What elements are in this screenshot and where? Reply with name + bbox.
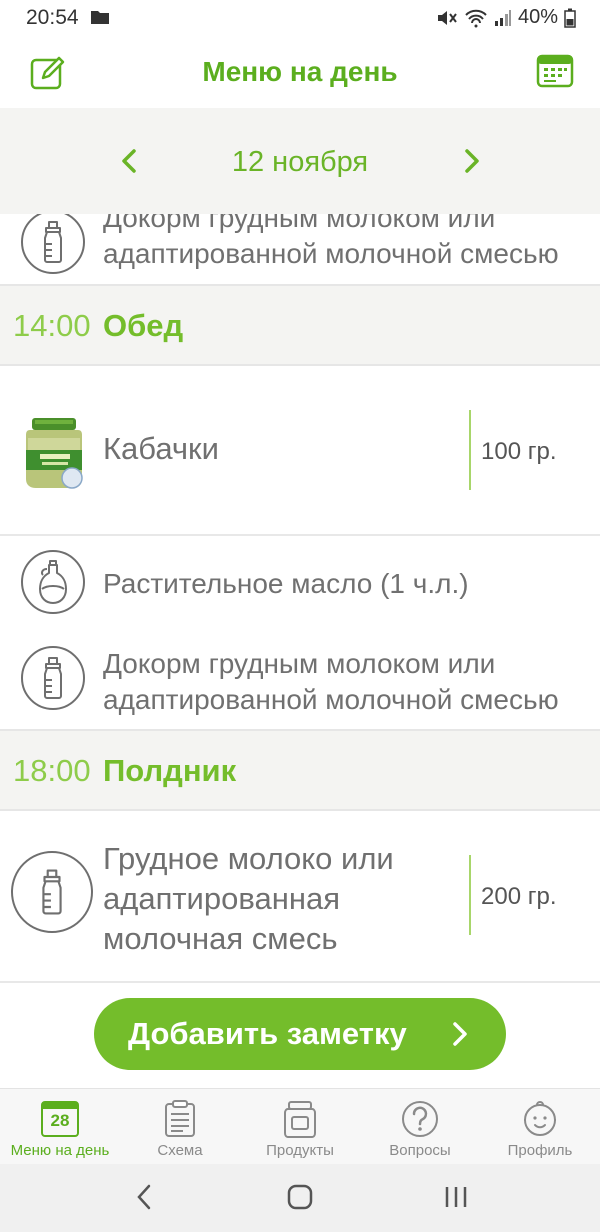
mute-icon	[437, 10, 457, 25]
bottom-navigation: 28 Меню на день Схема Продукты Вопросы П…	[0, 1088, 600, 1164]
meal-name: Полдник	[103, 753, 237, 788]
add-note-button[interactable]: Добавить заметку	[94, 998, 506, 1070]
next-day-button[interactable]	[456, 146, 486, 176]
date-navigator: 12 ноября	[0, 108, 600, 214]
nav-products[interactable]: Продукты	[240, 1089, 360, 1165]
back-icon	[137, 1184, 151, 1210]
nav-label: Продукты	[266, 1142, 334, 1159]
signal-icon	[494, 9, 511, 26]
meal-name: Обед	[103, 308, 184, 343]
product-quantity: 200 гр.	[481, 883, 557, 910]
product-name: Растительное масло (1 ч.л.)	[103, 568, 469, 599]
product-name: Грудное молоко или адаптированная молочн…	[103, 841, 394, 956]
list-item[interactable]: Растительное масло (1 ч.л.)	[0, 536, 600, 632]
meal-section-header: 14:00 Обед	[0, 284, 600, 366]
qty-divider	[469, 410, 471, 490]
meal-time: 18:00	[13, 753, 91, 788]
divider	[0, 981, 600, 983]
product-name: Кабачки	[103, 431, 219, 466]
current-date: 12 ноября	[231, 146, 369, 178]
baby-bottle-icon	[21, 214, 85, 274]
oil-bottle-icon	[21, 550, 85, 614]
jar-image	[22, 416, 92, 492]
status-indicators: 40%	[436, 6, 576, 29]
question-icon	[402, 1101, 438, 1137]
list-item[interactable]: Грудное молоко или адаптированная молочн…	[0, 811, 600, 981]
list-item: Докорм грудным молоком или адаптированно…	[0, 214, 600, 286]
meal-section-header: 18:00 Полдник	[0, 729, 600, 811]
calendar-grid-icon	[536, 54, 574, 88]
chevron-right-icon	[453, 1022, 467, 1046]
product-name: Докорм грудным молоком или адаптированно…	[103, 648, 559, 715]
home-icon	[287, 1184, 313, 1210]
list-item[interactable]: Докорм грудным молоком или адаптированно…	[0, 632, 600, 728]
list-item[interactable]: Кабачки 100 гр.	[0, 366, 600, 534]
meal-time: 14:00	[13, 308, 91, 343]
baby-bottle-icon	[11, 851, 93, 933]
status-bar: 20:54 40%	[0, 0, 600, 36]
item-label: Докорм грудным молоком или адаптированно…	[103, 214, 559, 269]
nav-label: Схема	[157, 1142, 203, 1159]
qty-divider	[469, 855, 471, 935]
add-note-label: Добавить заметку	[128, 1016, 407, 1051]
system-navigation-bar	[0, 1164, 600, 1232]
baby-bottle-icon	[21, 646, 85, 710]
product-quantity: 100 гр.	[481, 438, 557, 465]
baby-face-icon	[524, 1101, 556, 1136]
calendar-view-button[interactable]	[536, 52, 574, 90]
nav-label: Вопросы	[389, 1142, 451, 1159]
nav-label: Меню на день	[10, 1142, 110, 1159]
folder-icon	[90, 9, 110, 30]
nav-menu-of-day[interactable]: 28 Меню на день	[0, 1089, 120, 1165]
calendar-icon: 28	[40, 1099, 80, 1139]
menu-list[interactable]: Докорм грудным молоком или адаптированно…	[0, 214, 600, 1088]
page-title: Меню на день	[202, 56, 398, 87]
jar-icon	[284, 1101, 316, 1138]
nav-scheme[interactable]: Схема	[120, 1089, 240, 1165]
app-bar: Меню на день	[0, 36, 600, 108]
battery-percent: 40%	[517, 6, 558, 28]
nav-label: Профиль	[507, 1142, 573, 1159]
nav-profile[interactable]: Профиль	[480, 1089, 600, 1165]
recent-apps-icon	[445, 1187, 467, 1207]
chevron-right-icon	[465, 149, 479, 173]
wifi-icon	[465, 9, 487, 27]
status-time: 20:54	[26, 6, 79, 29]
nav-questions[interactable]: Вопросы	[360, 1089, 480, 1165]
battery-icon	[564, 8, 576, 28]
clipboard-icon	[165, 1100, 195, 1137]
